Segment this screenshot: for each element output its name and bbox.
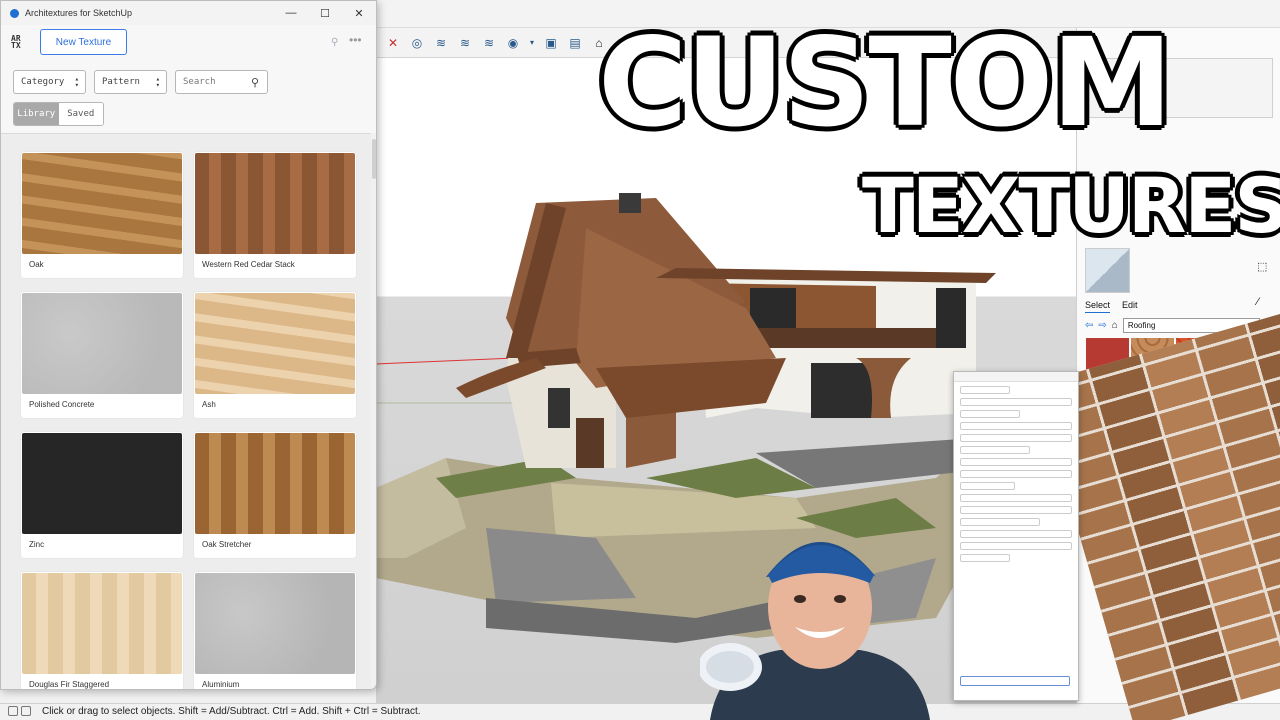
texture-card[interactable]: Douglas Fir Staggered: [21, 572, 183, 689]
headline-line-2: TEXTURES!: [862, 161, 1280, 250]
texture-name: Aluminium: [202, 680, 240, 689]
cylinder-tool-icon[interactable]: ▤: [566, 34, 584, 52]
tool-icon[interactable]: ≋: [480, 34, 498, 52]
texture-name: Ash: [202, 400, 216, 409]
headline-line-1: CUSTOM: [598, 12, 1173, 154]
forward-arrow-icon[interactable]: ⇨: [1098, 320, 1106, 331]
status-text: Click or drag to select objects. Shift =…: [42, 706, 421, 717]
library-saved-toggle: Library Saved: [13, 102, 104, 126]
profile-tool-icon[interactable]: ◉: [504, 34, 522, 52]
texture-thumbnail: [195, 573, 355, 674]
mini-window-button: [960, 676, 1070, 686]
texture-name: Douglas Fir Staggered: [29, 680, 110, 689]
texture-name: Oak: [29, 260, 44, 269]
texture-card[interactable]: Oak: [21, 152, 183, 278]
search-icon[interactable]: ⚲: [251, 76, 259, 89]
tool-icon[interactable]: ≋: [456, 34, 474, 52]
back-arrow-icon[interactable]: ⇦: [1085, 320, 1093, 331]
status-icon[interactable]: [8, 706, 34, 718]
tray-cube-icon[interactable]: ⬚: [1257, 260, 1267, 273]
texture-name: Zinc: [29, 540, 45, 549]
mini-plugin-window: [953, 371, 1079, 701]
material-preview: [1085, 248, 1130, 293]
texture-thumbnail: [195, 153, 355, 254]
texture-thumbnail: [195, 293, 355, 394]
tab-library[interactable]: Library: [14, 103, 59, 125]
new-texture-button[interactable]: New Texture: [40, 29, 127, 55]
texture-grid: Oak Western Red Cedar Stack Polished Concr…: [1, 133, 372, 689]
texture-card[interactable]: Ash: [194, 292, 356, 418]
texture-thumbnail: [22, 153, 182, 254]
texture-name: Polished Concrete: [29, 400, 95, 409]
tab-saved[interactable]: Saved: [58, 103, 103, 125]
filter-bar: Category ▴▾ Pattern ▴▾ ⚲: [1, 70, 376, 94]
tool-icon[interactable]: ◎: [408, 34, 426, 52]
texture-card[interactable]: Polished Concrete: [21, 292, 183, 418]
texture-thumbnail: [22, 433, 182, 534]
minimize-button[interactable]: —: [274, 7, 308, 19]
tool-icon[interactable]: ≋: [432, 34, 450, 52]
mini-window-titlebar: [954, 372, 1078, 382]
user-icon[interactable]: ⚲: [331, 37, 338, 48]
plugin-header: AR TX New Texture ⚲ •••: [1, 25, 376, 59]
box-tool-icon[interactable]: ▣: [542, 34, 560, 52]
tray-tab-edit[interactable]: Edit: [1122, 300, 1138, 313]
plugin-titlebar: Architextures for SketchUp — ☐ ✕: [1, 1, 376, 25]
close-button[interactable]: ✕: [342, 7, 376, 20]
search-input[interactable]: [183, 77, 251, 87]
texture-card[interactable]: Oak Stretcher: [194, 432, 356, 558]
app-icon: [10, 8, 19, 18]
category-select[interactable]: Category ▴ ▾: [13, 70, 86, 94]
texture-card[interactable]: Western Red Cedar Stack: [194, 152, 356, 278]
sort-caret-icon: ▴ ▾: [74, 75, 79, 89]
texture-thumbnail: [22, 293, 182, 394]
dropdown-icon[interactable]: ▾: [528, 34, 536, 52]
texture-thumbnail: [195, 433, 355, 534]
texture-grid-scrollbar[interactable]: [371, 133, 376, 689]
eyedropper-icon[interactable]: ⁄: [1257, 296, 1259, 308]
host-photo: [700, 542, 930, 720]
architextures-window: Architextures for SketchUp — ☐ ✕ AR TX N…: [0, 0, 377, 690]
pattern-select[interactable]: Pattern ▴ ▾: [94, 70, 167, 94]
maximize-button[interactable]: ☐: [308, 7, 342, 20]
tray-tab-select[interactable]: Select: [1085, 300, 1111, 313]
cross-tool-icon[interactable]: ✕: [384, 34, 402, 52]
texture-card[interactable]: Zinc: [21, 432, 183, 558]
search-box: ⚲: [175, 70, 268, 94]
architextures-logo: AR TX: [11, 34, 21, 50]
status-bar: Click or drag to select objects. Shift =…: [0, 703, 1280, 720]
plugin-window-title: Architextures for SketchUp: [25, 8, 133, 18]
texture-card[interactable]: Aluminium: [194, 572, 356, 689]
texture-name: Western Red Cedar Stack: [202, 260, 295, 269]
sort-caret-icon: ▴ ▾: [155, 75, 160, 89]
texture-thumbnail: [22, 573, 182, 674]
texture-name: Oak Stretcher: [202, 540, 252, 549]
more-options-icon[interactable]: •••: [349, 33, 362, 47]
home-icon[interactable]: ⌂: [1112, 320, 1118, 331]
